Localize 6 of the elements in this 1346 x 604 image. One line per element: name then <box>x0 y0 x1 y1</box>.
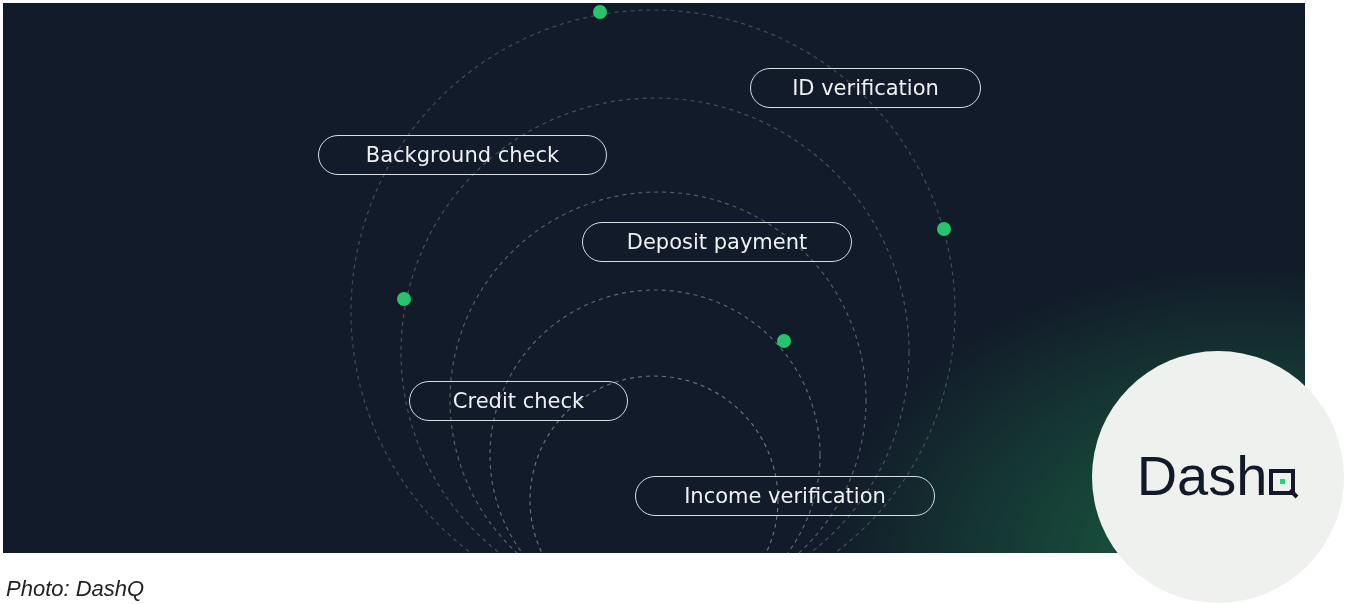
glow-dot <box>937 222 951 236</box>
photo-caption: Photo: DashQ <box>5 575 146 602</box>
glow-dot <box>397 292 411 306</box>
logo-text: Dash <box>1136 442 1268 508</box>
glow-dot <box>777 334 791 348</box>
glow-dot <box>593 5 607 19</box>
